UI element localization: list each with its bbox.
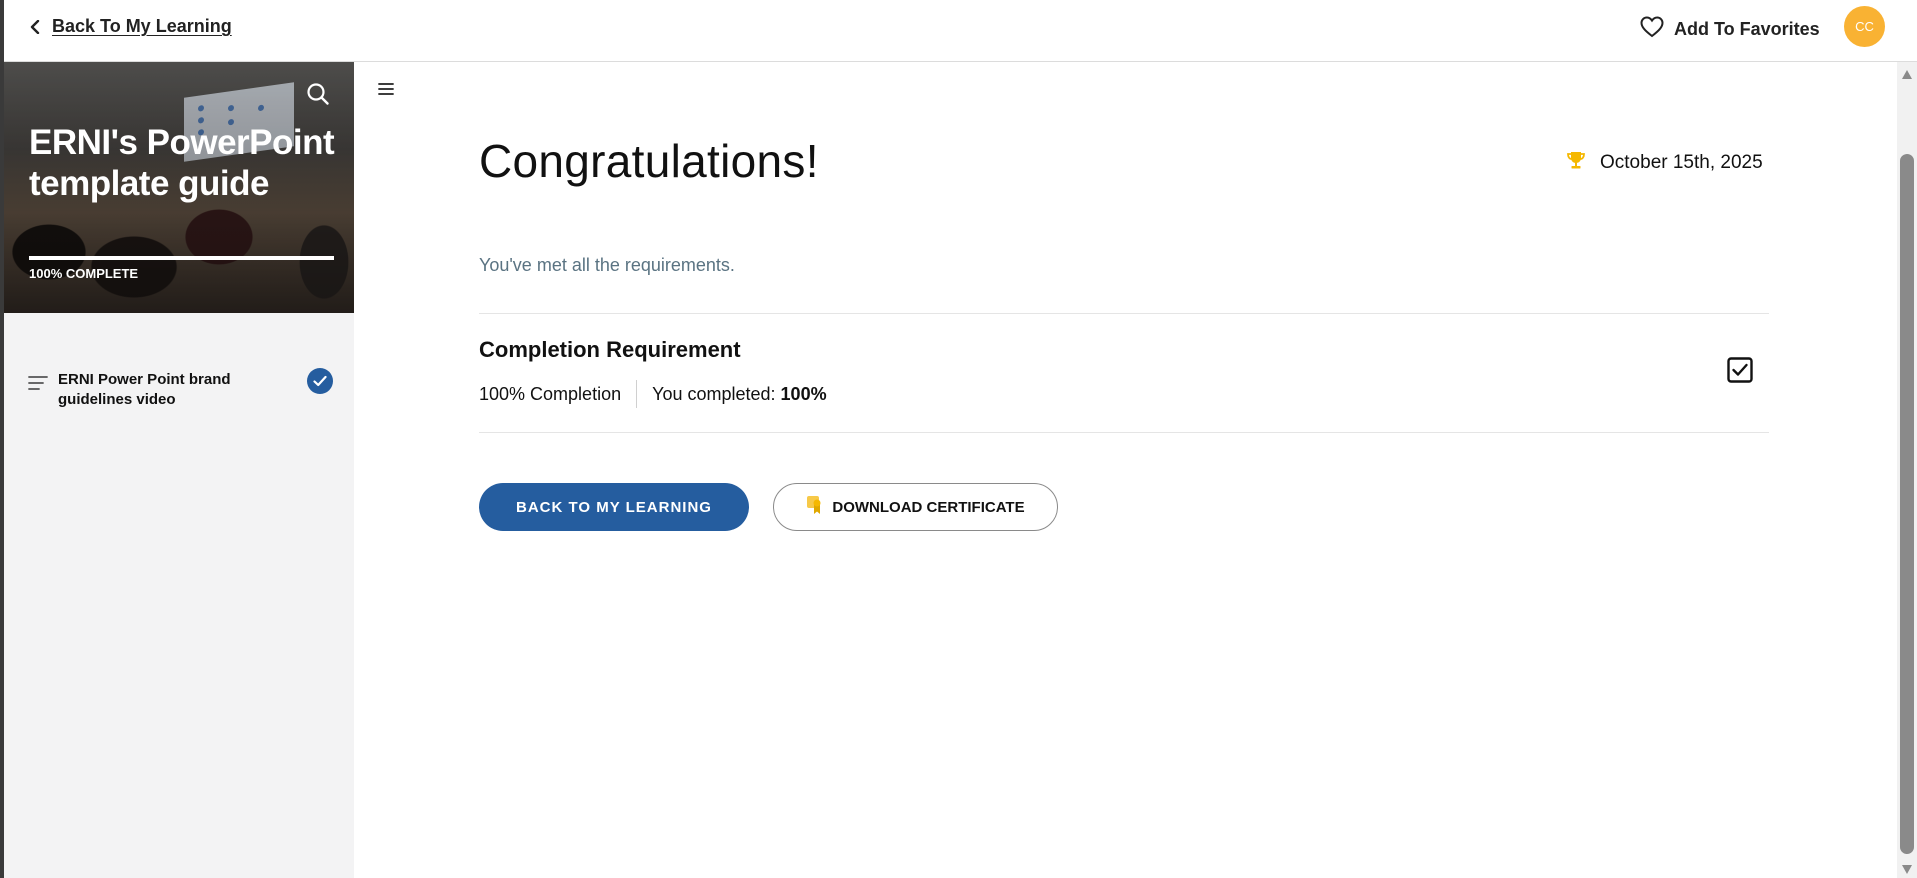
scroll-down-arrow-icon[interactable] <box>1902 865 1912 874</box>
course-progress-label: 100% COMPLETE <box>29 266 139 281</box>
vertical-scrollbar[interactable] <box>1897 62 1917 878</box>
requirement-criteria: 100% Completion <box>479 383 622 404</box>
scroll-up-arrow-icon[interactable] <box>1902 70 1912 79</box>
vertical-separator <box>636 380 638 408</box>
requirements-met-message: You've met all the requirements. <box>479 255 735 275</box>
course-title: ERNI's PowerPoint template guide <box>29 123 335 203</box>
lesson-label: ERNI Power Point brand guidelines video <box>58 371 231 408</box>
completion-date: October 15th, 2025 <box>1566 150 1763 175</box>
menu-lines-icon <box>28 375 48 391</box>
ribbon-certificate-icon <box>806 495 824 519</box>
divider <box>479 432 1769 433</box>
divider <box>479 313 1769 314</box>
chevron-left-icon <box>30 17 42 37</box>
course-progress-bar <box>29 256 334 260</box>
trophy-icon <box>1566 150 1586 175</box>
download-certificate-button[interactable]: DOWNLOAD CERTIFICATE <box>773 483 1058 531</box>
check-circle-icon <box>307 368 333 394</box>
back-link-label: Back To My Learning <box>52 16 232 36</box>
heart-icon <box>1640 16 1664 43</box>
sidebar-lesson-item[interactable]: ERNI Power Point brand guidelines video <box>4 362 354 412</box>
search-icon[interactable] <box>306 82 330 106</box>
certificate-button-label: DOWNLOAD CERTIFICATE <box>832 498 1025 516</box>
favorites-label: Add To Favorites <box>1674 19 1820 39</box>
completion-date-text: October 15th, 2025 <box>1600 151 1763 173</box>
requirement-title: Completion Requirement <box>479 337 741 362</box>
course-progress-fill <box>29 256 334 260</box>
user-avatar[interactable]: CC <box>1844 6 1885 47</box>
requirement-details: 100% Completion You completed: 100% <box>479 380 827 408</box>
completed-value: 100% <box>780 383 827 404</box>
checkbox-checked-icon <box>1727 357 1753 383</box>
hamburger-icon[interactable] <box>378 82 394 96</box>
page-title: Congratulations! <box>479 135 819 187</box>
course-sidebar: ERNI's PowerPoint template guide 100% CO… <box>4 62 354 878</box>
scrollbar-thumb[interactable] <box>1900 154 1914 854</box>
top-bar: Back To My Learning Add To Favorites CC <box>4 0 1917 62</box>
back-to-my-learning-link[interactable]: Back To My Learning <box>30 16 232 37</box>
course-hero-banner: ERNI's PowerPoint template guide 100% CO… <box>4 62 354 313</box>
add-to-favorites-button[interactable]: Add To Favorites <box>1640 16 1820 43</box>
back-to-my-learning-button[interactable]: BACK TO MY LEARNING <box>479 483 749 531</box>
main-content: Congratulations! October 15th, 2025 You'… <box>354 62 1894 878</box>
completed-prefix: You completed: <box>652 383 776 404</box>
